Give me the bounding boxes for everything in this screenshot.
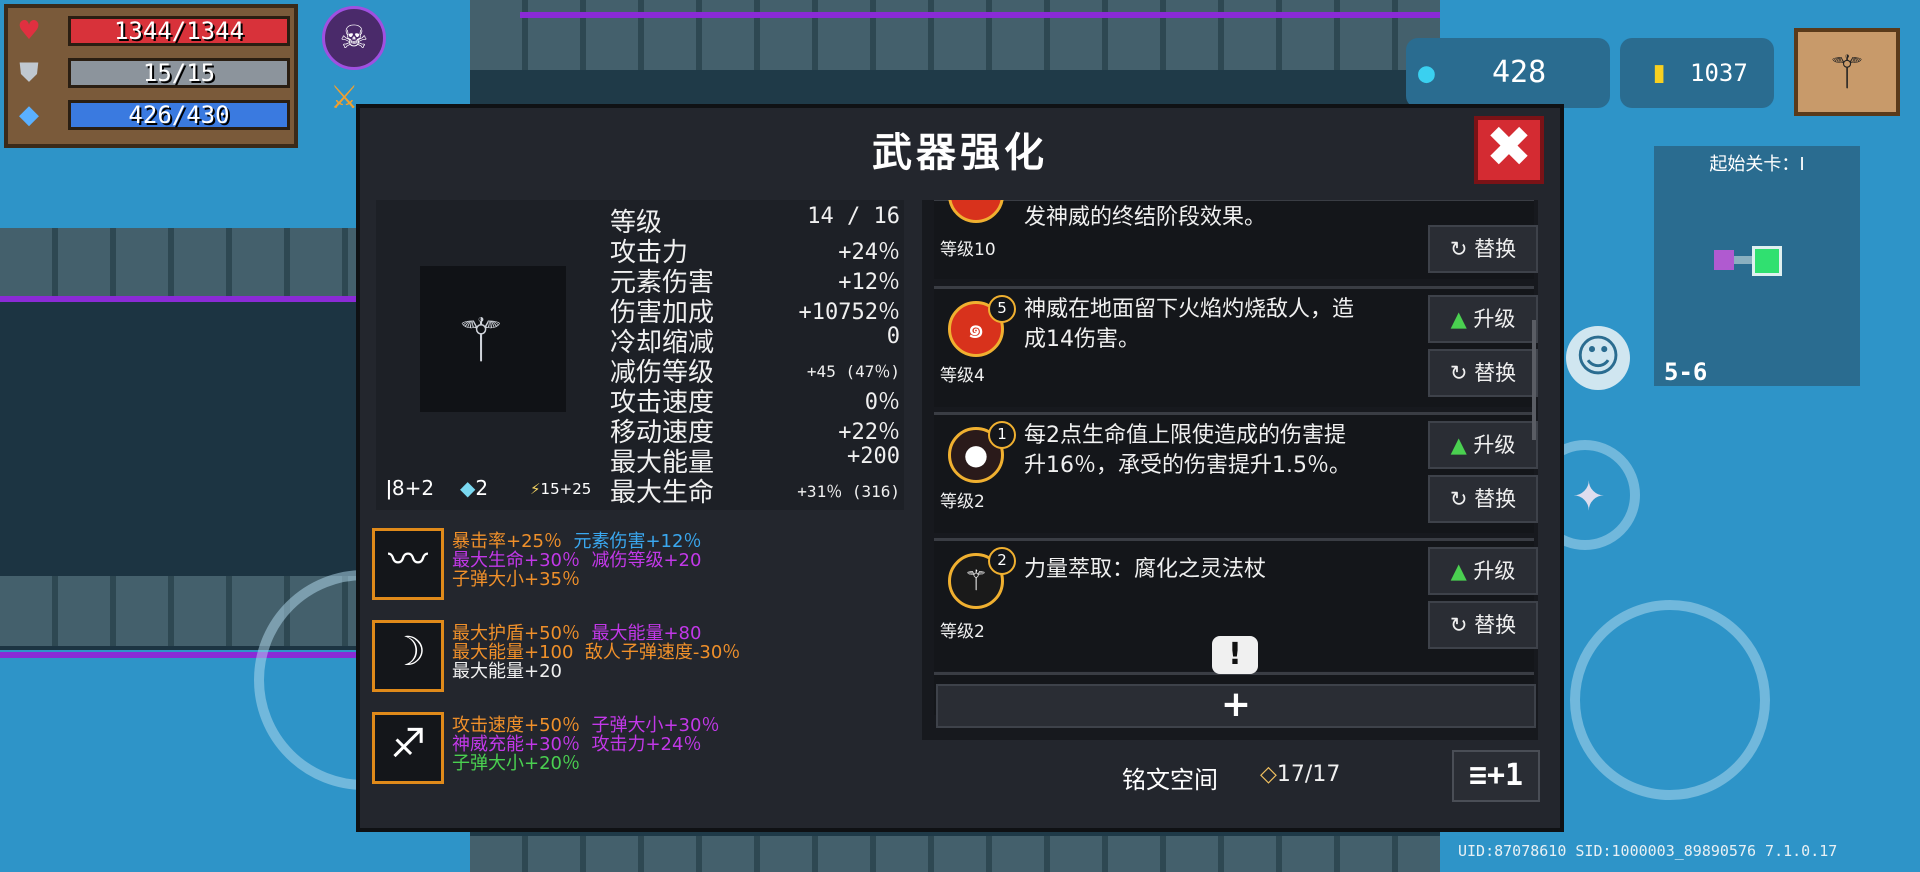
weapon-slot-button[interactable]: ⚚ <box>1794 28 1900 116</box>
rune-description: 每2点生命值上限使造成的伤害提升16％，承受的伤害提升1.5％。 <box>1024 423 1351 478</box>
notice-bubble: ! <box>1212 636 1258 674</box>
weapon-bonus: ⚡15+25 <box>530 480 592 498</box>
stat-row: 最大能量 +200 <box>610 444 900 478</box>
swap-icon: ↻ <box>1449 361 1475 385</box>
add-rune-button[interactable]: + <box>936 684 1536 728</box>
close-button[interactable]: ✖ <box>1474 116 1544 184</box>
hp-bar: 1344/1344 <box>68 16 290 46</box>
wall-trim-top <box>520 12 1440 18</box>
rune-level: 等级4 <box>940 366 985 386</box>
rune-badge: 2 <box>988 547 1016 575</box>
buff-sword-icon[interactable]: ⚔ <box>330 78 359 116</box>
rune-card: ๑ 5 神威在地面留下火焰灼烧敌人，造成14伤害。 等级4 ▲ 升级 ↻ 替换 <box>934 286 1538 407</box>
start-level-label: 起始关卡：Ⅰ <box>1709 154 1805 175</box>
replace-button[interactable]: ↻ 替换 <box>1428 475 1538 523</box>
stat-row: 攻击速度 0％ <box>610 388 900 418</box>
mana-row: ◆ 426/430 <box>14 98 290 132</box>
up-arrow-icon: ▲ <box>1450 433 1474 457</box>
dungeon-wall-top <box>470 0 1440 70</box>
emote-button[interactable]: ☺ <box>1566 326 1630 390</box>
minimap[interactable]: 起始关卡：Ⅰ 5-6 <box>1654 146 1860 386</box>
rune-diamond-icon: ◇ <box>1260 762 1277 787</box>
rune-level: 等级10 <box>940 240 996 260</box>
blue-gem-icon: ● <box>1418 56 1435 89</box>
rune-space-value: ◇17/17 <box>1260 762 1341 787</box>
coin-count: 1037 <box>1690 59 1748 87</box>
upgrade-button[interactable]: ▲ 升级 <box>1428 295 1538 343</box>
gold-coin-icon: ▮ <box>1650 55 1669 90</box>
coin-counter: ▮ 1037 <box>1620 38 1774 108</box>
weapon-stats: 等级 14 / 16 攻击力 +24％ 元素伤害 +12％ 伤害加成 +10752％ 冷… <box>610 202 900 508</box>
swap-icon: ↻ <box>1449 237 1475 261</box>
stat-row: 移动速度 +22％ <box>610 418 900 448</box>
energy-crystal-icon: ◆ <box>19 100 39 130</box>
mod-3-text: 攻击速度+50％ 子弹大小+30％ 神威充能+30％ 攻击力+24％ 子弹大小+… <box>452 715 720 774</box>
panel-title: 武器强化 <box>872 130 1048 176</box>
dungeon-wall-left-upper <box>0 228 360 298</box>
secondary-weapon-icon: ✦ <box>1572 474 1606 520</box>
mana-bar: 426/430 <box>68 100 290 130</box>
minimap-corridor <box>1734 256 1752 264</box>
weapon-ammo: ǀ8+2 <box>386 476 435 500</box>
upgrade-button[interactable]: ▲ 升级 <box>1428 421 1538 469</box>
mod-slot-1[interactable]: 〰 <box>372 528 444 600</box>
claw-icon: ♐ <box>390 721 426 767</box>
mod-slot-3[interactable]: ♐ <box>372 712 444 784</box>
weapon-crystal: ◆2 <box>460 476 489 500</box>
swap-icon: ↻ <box>1449 487 1475 511</box>
rune-level: 等级2 <box>940 492 985 512</box>
armor-bar: 15/15 <box>68 58 290 88</box>
wall-trim-left-upper <box>0 296 360 302</box>
stat-row: 冷却缩减 0 <box>610 324 900 358</box>
up-arrow-icon: ▲ <box>1450 307 1474 331</box>
rune-level: 等级2 <box>940 622 985 642</box>
rune-description: 神威在地面留下火焰灼烧敌人，造成14伤害。 <box>1024 297 1355 352</box>
replace-button[interactable]: ↻ 替换 <box>1428 225 1538 273</box>
player-stats-panel: ♥ 1344/1344 ⛊ 15/15 ◆ 426/430 <box>4 4 298 148</box>
swap-icon: ↻ <box>1449 613 1475 637</box>
dungeon-wall-bottom <box>470 836 1440 872</box>
shield-icon: ⛊ <box>19 58 39 88</box>
whip-icon: 〰 <box>388 537 428 583</box>
minimap-current-room <box>1752 246 1782 276</box>
rune-card: 发神威的终结阶段效果。 等级10 ↻ 替换 <box>934 200 1538 279</box>
rune-space-label: 铭文空间 <box>1122 766 1218 794</box>
armor-row: ⛊ 15/15 <box>14 56 290 90</box>
up-arrow-icon: ▲ <box>1450 559 1474 583</box>
rune-list-scrollbar[interactable] <box>1532 320 1536 440</box>
stat-row: 伤害加成 +10752％ <box>610 298 900 328</box>
stat-row: 元素伤害 +12％ <box>610 268 900 298</box>
stat-row: 攻击力 +24％ <box>610 238 900 268</box>
rune-badge: 1 <box>988 421 1016 449</box>
rune-description: 发神威的终结阶段效果。 <box>1024 205 1267 230</box>
gem-counter: ● 428 <box>1406 38 1610 108</box>
staff-icon: ⚚ <box>454 306 508 376</box>
expand-rune-button[interactable]: ≡+1 <box>1452 750 1540 802</box>
rune-card: ● 1 每2点生命值上限使造成的伤害提升16％，承受的伤害提升1.5％。 等级2… <box>934 412 1538 533</box>
mod-slot-2[interactable]: ☽ <box>372 620 444 692</box>
gem-count: 428 <box>1492 55 1547 90</box>
rune-icon <box>948 200 1004 223</box>
rune-badge: 5 <box>988 295 1016 323</box>
stage-label: 5-6 <box>1664 358 1708 386</box>
mod-1-text: 暴击率+25％ 元素伤害+12％ 最大生命+30％ 减伤等级+20 子弹大小+3… <box>452 531 702 590</box>
weapon-preview: ⚚ <box>420 266 566 412</box>
minimap-room-shop <box>1714 250 1734 270</box>
buff-demon-icon[interactable]: ☠ <box>322 6 386 70</box>
scythe-icon: ☽ <box>390 629 426 675</box>
uid-line: UID:87078610 SID:1000003_89890576 7.1.0.… <box>1458 842 1838 860</box>
stat-row: 等级 14 / 16 <box>610 204 900 238</box>
replace-button[interactable]: ↻ 替换 <box>1428 601 1538 649</box>
stat-row: 减伤等级 +45 (47％) <box>610 358 900 388</box>
crystal-icon: ◆ <box>460 476 476 500</box>
stat-row: 最大生命 +31％ (316) <box>610 478 900 508</box>
upgrade-button[interactable]: ▲ 升级 <box>1428 547 1538 595</box>
hp-row: ♥ 1344/1344 <box>14 14 290 48</box>
speed-icon: ⚡ <box>530 480 541 498</box>
mod-2-text: 最大护盾+50％ 最大能量+80 最大能量+100 敌人子弹速度-30％ 最大能… <box>452 623 741 682</box>
attack-button-ring[interactable] <box>1570 600 1770 800</box>
heart-icon: ♥ <box>17 16 41 46</box>
rune-description: 力量萃取：腐化之灵法杖 <box>1024 557 1267 582</box>
replace-button[interactable]: ↻ 替换 <box>1428 349 1538 397</box>
